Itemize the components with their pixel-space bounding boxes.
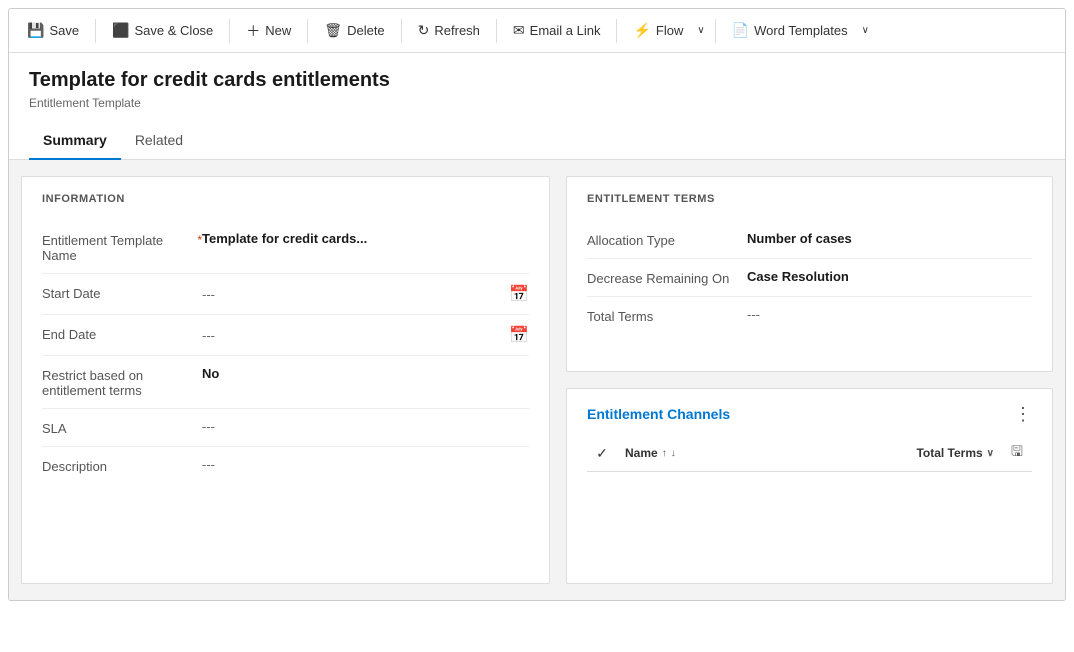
channels-table-header: ✓ Name ↑ ↓ Total Terms ∨ 🖫 (587, 435, 1032, 472)
divider-5 (496, 19, 497, 43)
refresh-button[interactable]: ↻ Refresh (408, 16, 490, 45)
checkmark-icon[interactable]: ✓ (596, 445, 608, 462)
field-label-total-terms: Total Terms (587, 307, 747, 324)
flow-dropdown-button[interactable]: ∨ (693, 19, 708, 42)
field-label-sla: SLA (42, 419, 202, 436)
divider-7 (715, 19, 716, 43)
save-icon: 💾 (27, 22, 44, 39)
field-label-restrict: Restrict based on entitlement terms (42, 366, 202, 398)
field-end-date: End Date --- 📅 (42, 315, 529, 356)
tab-summary[interactable]: Summary (29, 122, 121, 160)
channel-save-col: 🖫 (1002, 441, 1032, 465)
field-allocation-type: Allocation Type Number of cases (587, 221, 1032, 259)
divider-1 (95, 19, 96, 43)
flow-icon: ⚡ (633, 22, 650, 39)
sort-desc-icon[interactable]: ↓ (671, 448, 676, 459)
information-panel: INFORMATION Entitlement Template Name * … (21, 176, 550, 584)
flow-button[interactable]: ⚡ Flow (623, 16, 693, 45)
field-value-end-date: --- 📅 (202, 325, 529, 345)
field-start-date: Start Date --- 📅 (42, 274, 529, 315)
field-value-decrease-remaining[interactable]: Case Resolution (747, 269, 1032, 284)
field-label-start-date: Start Date (42, 284, 202, 301)
total-terms-dropdown-icon[interactable]: ∨ (987, 448, 994, 459)
field-total-terms: Total Terms --- (587, 297, 1032, 334)
flow-button-group: ⚡ Flow ∨ (623, 16, 708, 45)
save-close-icon: ⬛ (112, 22, 129, 39)
channels-more-button[interactable]: ⋮ (1014, 405, 1032, 423)
new-icon: ＋ (246, 21, 260, 41)
channel-save-icon[interactable]: 🖫 (1011, 441, 1023, 465)
field-value-restrict[interactable]: No (202, 366, 529, 381)
refresh-icon: ↻ (418, 22, 430, 39)
channel-check-col: ✓ (587, 445, 617, 462)
word-templates-button[interactable]: 📄 Word Templates (722, 16, 858, 45)
field-entitlement-template-name: Entitlement Template Name * Template for… (42, 221, 529, 274)
channels-title: Entitlement Channels (587, 406, 730, 422)
email-icon: ✉ (513, 22, 525, 39)
field-sla: SLA --- (42, 409, 529, 447)
field-label-end-date: End Date (42, 325, 202, 342)
divider-2 (229, 19, 230, 43)
email-link-button[interactable]: ✉ Email a Link (503, 16, 611, 45)
right-container: ENTITLEMENT TERMS Allocation Type Number… (566, 176, 1053, 584)
end-date-calendar-icon[interactable]: 📅 (509, 325, 529, 345)
start-date-calendar-icon[interactable]: 📅 (509, 284, 529, 304)
channel-name-col: Name ↑ ↓ (625, 446, 908, 460)
field-label-decrease-remaining: Decrease Remaining On (587, 269, 747, 286)
page-subtitle: Entitlement Template (29, 96, 1045, 110)
divider-6 (616, 19, 617, 43)
delete-icon: 🗑 (324, 22, 342, 39)
toolbar: 💾 Save ⬛ Save & Close ＋ New 🗑 Delete ↻ R… (9, 9, 1065, 53)
field-value-total-terms[interactable]: --- (747, 307, 1032, 322)
information-section-title: INFORMATION (42, 193, 529, 205)
page-header: Template for credit cards entitlements E… (9, 53, 1065, 110)
delete-button[interactable]: 🗑 Delete (314, 16, 394, 45)
divider-4 (401, 19, 402, 43)
channels-header: Entitlement Channels ⋮ (587, 405, 1032, 423)
entitlement-terms-panel: ENTITLEMENT TERMS Allocation Type Number… (566, 176, 1053, 372)
word-templates-dropdown-button[interactable]: ∨ (858, 19, 873, 42)
field-label-allocation-type: Allocation Type (587, 231, 747, 248)
tabs-bar: Summary Related (9, 122, 1065, 160)
page-title: Template for credit cards entitlements (29, 69, 1045, 92)
field-value-template-name[interactable]: Template for credit cards... (202, 231, 529, 246)
field-value-start-date: --- 📅 (202, 284, 529, 304)
tab-related[interactable]: Related (121, 122, 197, 160)
field-label-template-name: Entitlement Template Name * (42, 231, 202, 263)
entitlement-terms-section-title: ENTITLEMENT TERMS (587, 193, 1032, 205)
field-label-description: Description (42, 457, 202, 474)
field-value-allocation-type[interactable]: Number of cases (747, 231, 1032, 246)
sort-asc-icon[interactable]: ↑ (662, 448, 667, 459)
new-button[interactable]: ＋ New (236, 15, 301, 47)
divider-3 (307, 19, 308, 43)
channel-total-terms-col: Total Terms ∨ (916, 446, 994, 460)
field-value-sla[interactable]: --- (202, 419, 529, 434)
main-content: INFORMATION Entitlement Template Name * … (9, 160, 1065, 600)
field-restrict-based: Restrict based on entitlement terms No (42, 356, 529, 409)
word-templates-button-group: 📄 Word Templates ∨ (722, 16, 873, 45)
field-description: Description --- (42, 447, 529, 484)
save-button[interactable]: 💾 Save (17, 16, 89, 45)
field-decrease-remaining: Decrease Remaining On Case Resolution (587, 259, 1032, 297)
field-value-description[interactable]: --- (202, 457, 529, 472)
word-templates-icon: 📄 (732, 22, 749, 39)
entitlement-channels-panel: Entitlement Channels ⋮ ✓ Name ↑ ↓ Total … (566, 388, 1053, 584)
save-close-button[interactable]: ⬛ Save & Close (102, 16, 223, 45)
